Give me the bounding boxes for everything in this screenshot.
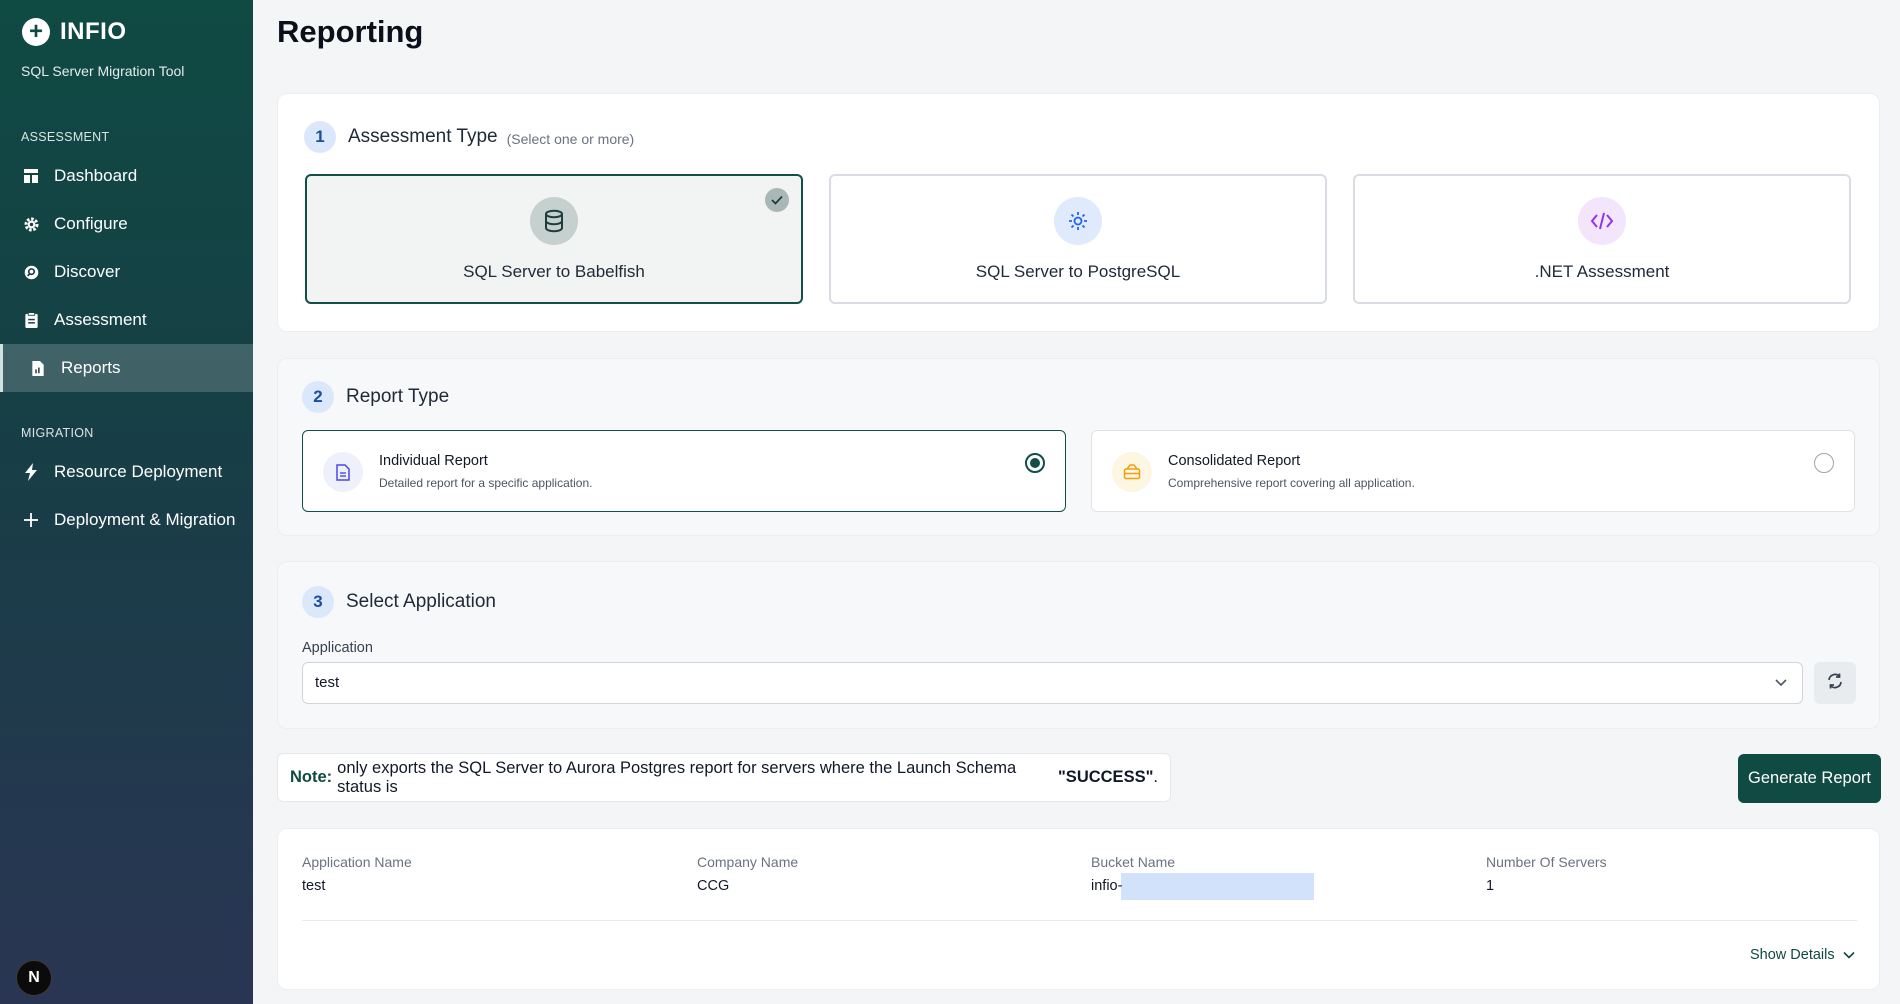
- stack-icon: [1112, 452, 1152, 492]
- report-option-consolidated[interactable]: Consolidated Report Comprehensive report…: [1091, 430, 1855, 512]
- note-lead: Note:: [290, 768, 333, 786]
- show-details-label: Show Details: [1750, 947, 1835, 963]
- application-select-value: test: [315, 674, 340, 691]
- check-icon: [765, 188, 789, 212]
- assessment-option-label: SQL Server to PostgreSQL: [975, 262, 1181, 281]
- section-label-migration: MIGRATION: [21, 426, 94, 440]
- dev-badge[interactable]: N: [16, 960, 52, 996]
- report-icon: [29, 359, 47, 377]
- brand[interactable]: + INFIO: [22, 18, 127, 46]
- report-option-individual[interactable]: Individual Report Detailed report for a …: [302, 430, 1066, 512]
- sidebar-item-label: Discover: [54, 262, 121, 281]
- sidebar-item-dashboard[interactable]: Dashboard: [0, 152, 253, 200]
- brand-name: INFIO: [60, 18, 127, 45]
- assessment-option-label: SQL Server to Babelfish: [463, 262, 645, 281]
- sidebar-item-label: Deployment & Migration: [54, 510, 236, 529]
- step-2-header: 2 Report Type: [302, 381, 449, 413]
- code-icon: [1578, 197, 1626, 245]
- plus-icon: [22, 511, 40, 529]
- report-option-desc: Comprehensive report covering all applic…: [1168, 476, 1415, 490]
- sidebar-item-resource-deployment[interactable]: Resource Deployment: [0, 448, 253, 496]
- step-title: Report Type: [346, 386, 450, 407]
- page-title: Reporting: [277, 14, 424, 49]
- assessment-option-dotnet[interactable]: .NET Assessment: [1353, 174, 1851, 304]
- application-field-label: Application: [302, 640, 373, 656]
- sidebar-item-label: Reports: [61, 358, 121, 377]
- report-option-title: Individual Report: [379, 453, 488, 469]
- brand-subtitle: SQL Server Migration Tool: [21, 63, 185, 79]
- note-status: "SUCCESS": [1057, 768, 1154, 786]
- info-value-company: CCG: [697, 878, 730, 894]
- document-icon: [323, 452, 363, 492]
- dashboard-icon: [22, 167, 40, 185]
- info-header-servers: Number Of Servers: [1486, 854, 1607, 870]
- show-details-button[interactable]: Show Details: [1750, 947, 1855, 963]
- section-label-assessment: ASSESSMENT: [21, 130, 110, 144]
- note-end: .: [1153, 768, 1158, 786]
- sidebar-item-label: Assessment: [54, 310, 147, 329]
- sidebar: + INFIO SQL Server Migration Tool ASSESS…: [0, 0, 253, 1004]
- step-number: 1: [304, 121, 336, 153]
- refresh-button[interactable]: [1814, 662, 1856, 704]
- sidebar-item-configure[interactable]: Configure: [0, 200, 253, 248]
- report-option-desc: Detailed report for a specific applicati…: [379, 476, 593, 490]
- info-value-servers: 1: [1486, 878, 1495, 894]
- sidebar-item-deployment-migration[interactable]: Deployment & Migration: [0, 496, 253, 544]
- info-value-bucket: infio-: [1091, 878, 1123, 894]
- step-hint: (Select one or more): [506, 130, 635, 147]
- sidebar-item-reports[interactable]: Reports: [0, 344, 253, 392]
- assessment-option-label: .NET Assessment: [1534, 262, 1670, 281]
- search-icon: [22, 263, 40, 281]
- lightning-icon: [22, 463, 40, 481]
- database-icon: [530, 197, 578, 245]
- divider: [302, 920, 1857, 921]
- step-3-header: 3 Select Application: [302, 586, 496, 618]
- redacted-highlight: [1121, 873, 1314, 900]
- refresh-icon: [1826, 672, 1844, 695]
- gear-icon: [22, 215, 40, 233]
- step-1-header: 1 Assessment Type (Select one or more): [304, 121, 634, 153]
- radio-button[interactable]: [1025, 453, 1045, 473]
- sidebar-item-label: Resource Deployment: [54, 462, 223, 481]
- generate-report-button[interactable]: Generate Report: [1738, 754, 1881, 803]
- sidebar-item-label: Dashboard: [54, 166, 138, 185]
- plus-circle-icon: +: [22, 18, 50, 46]
- sidebar-item-label: Configure: [54, 214, 128, 233]
- application-select[interactable]: test: [302, 662, 1803, 704]
- info-header-bucket: Bucket Name: [1091, 854, 1176, 870]
- info-value-application: test: [302, 878, 326, 894]
- sidebar-item-discover[interactable]: Discover: [0, 248, 253, 296]
- application-info-card: [277, 828, 1880, 990]
- note-banner: Note: only exports the SQL Server to Aur…: [277, 753, 1171, 802]
- info-header-application: Application Name: [302, 854, 412, 870]
- assessment-option-babelfish[interactable]: SQL Server to Babelfish: [305, 174, 803, 304]
- step-title: Assessment Type: [348, 126, 498, 147]
- sidebar-item-assessment[interactable]: Assessment: [0, 296, 253, 344]
- note-text: only exports the SQL Server to Aurora Po…: [337, 758, 1017, 796]
- chevron-down-icon: [1843, 951, 1855, 959]
- report-option-title: Consolidated Report: [1168, 453, 1301, 469]
- chevron-down-icon: [1774, 663, 1788, 719]
- assessment-option-postgresql[interactable]: SQL Server to PostgreSQL: [829, 174, 1327, 304]
- step-number: 2: [302, 381, 334, 413]
- clipboard-icon: [22, 311, 40, 329]
- radio-button[interactable]: [1814, 453, 1834, 473]
- info-header-company: Company Name: [697, 854, 799, 870]
- step-number: 3: [302, 586, 334, 618]
- step-title: Select Application: [346, 591, 496, 612]
- nodes-icon: [1054, 197, 1102, 245]
